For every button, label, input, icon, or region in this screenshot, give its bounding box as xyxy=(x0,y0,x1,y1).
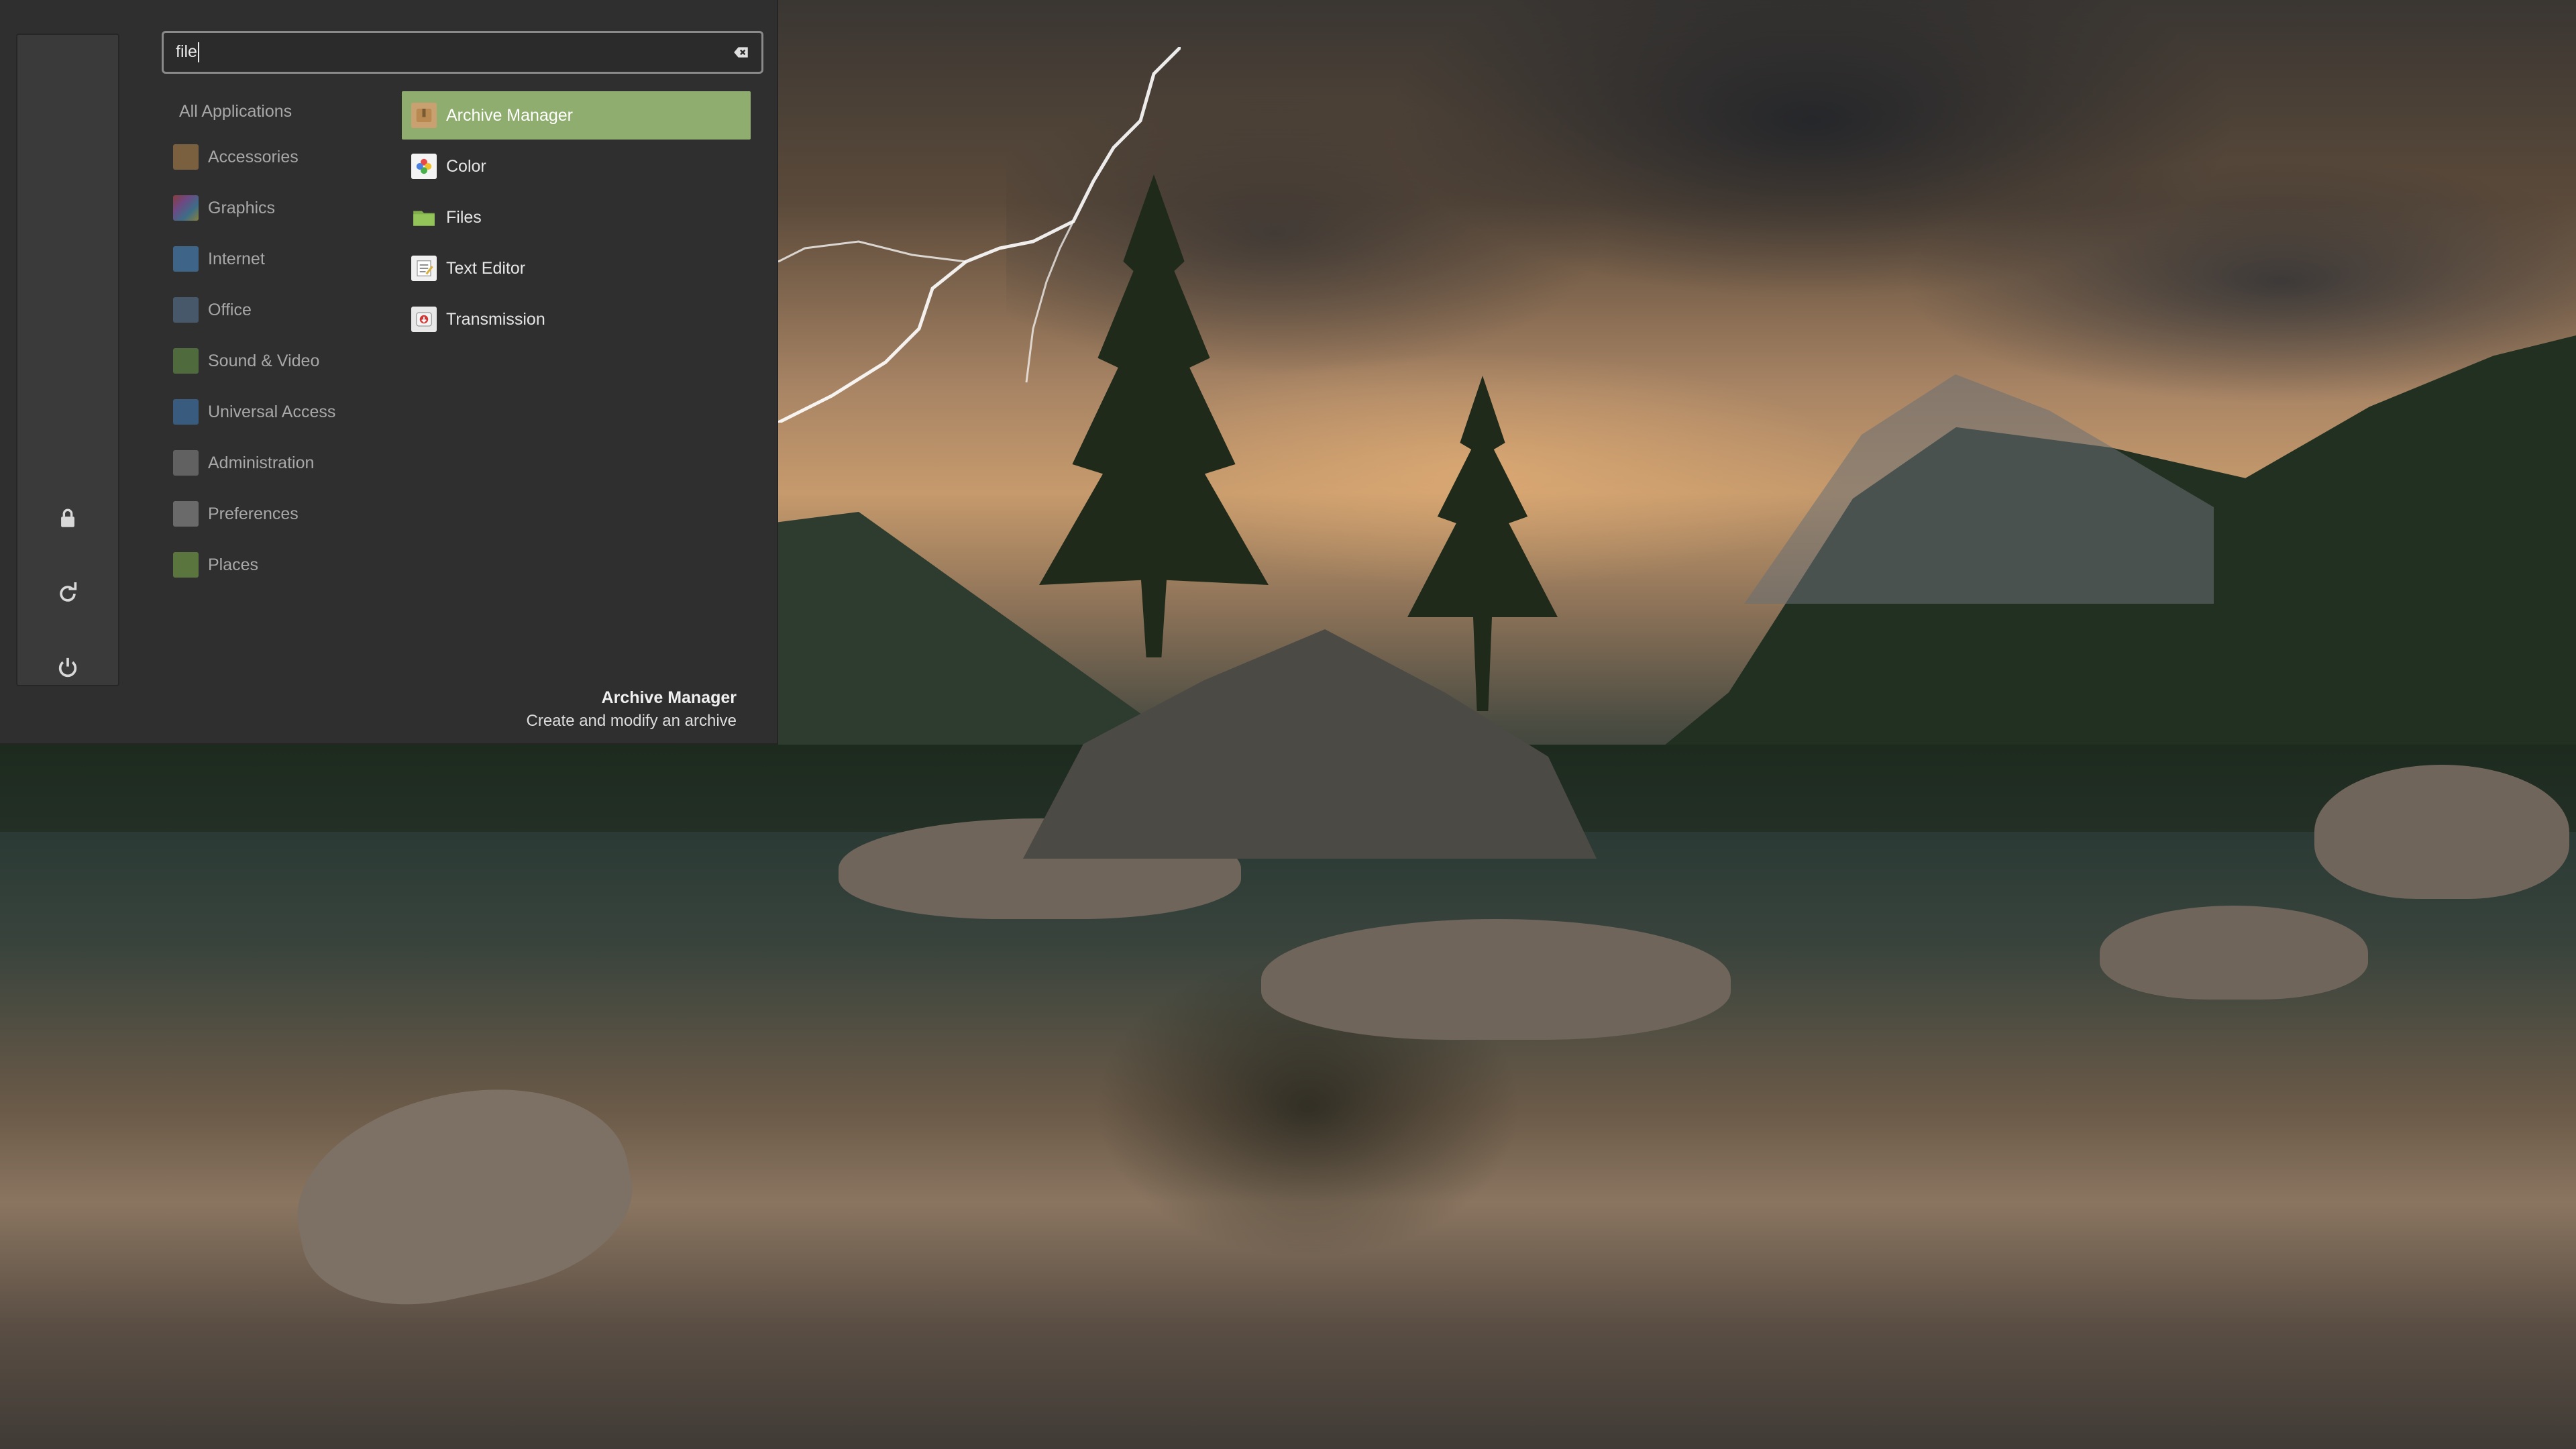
application-menu: file All Applications Accessories Graphi… xyxy=(0,0,778,745)
shutdown-button[interactable] xyxy=(17,637,118,698)
archive-icon xyxy=(411,103,437,128)
app-archive-manager[interactable]: Archive Manager xyxy=(402,91,751,140)
category-label: Preferences xyxy=(208,504,299,523)
wallpaper-rock xyxy=(2314,765,2569,899)
app-description: Archive Manager Create and modify an arc… xyxy=(527,688,737,731)
category-label: Administration xyxy=(208,453,315,472)
wallpaper-rock xyxy=(2100,906,2368,1000)
app-label: Color xyxy=(446,156,486,176)
backspace-icon xyxy=(734,47,748,58)
category-label: Accessories xyxy=(208,147,299,166)
category-sound-video[interactable]: Sound & Video xyxy=(168,335,389,386)
description-title: Archive Manager xyxy=(601,688,737,707)
office-icon xyxy=(173,297,199,323)
category-list: All Applications Accessories Graphics In… xyxy=(168,91,389,590)
category-label: All Applications xyxy=(179,101,292,121)
app-color[interactable]: Color xyxy=(402,142,751,191)
transmission-icon xyxy=(411,307,437,332)
app-label: Files xyxy=(446,207,482,227)
category-internet[interactable]: Internet xyxy=(168,233,389,284)
clear-search-button[interactable] xyxy=(731,42,752,63)
category-accessories[interactable]: Accessories xyxy=(168,131,389,182)
description-subtitle: Create and modify an archive xyxy=(526,712,737,730)
power-icon xyxy=(58,657,77,678)
wallpaper-lightning xyxy=(778,47,1181,423)
app-text-editor[interactable]: Text Editor xyxy=(402,244,751,292)
app-label: Text Editor xyxy=(446,258,526,278)
category-office[interactable]: Office xyxy=(168,284,389,335)
logout-button[interactable] xyxy=(17,564,118,624)
search-input[interactable]: file xyxy=(162,31,763,74)
sound-video-icon xyxy=(173,348,199,374)
application-list: Archive Manager Color Files Text Editor … xyxy=(402,91,751,346)
category-label: Internet xyxy=(208,249,265,268)
category-all-applications[interactable]: All Applications xyxy=(168,91,389,131)
lock-screen-button[interactable] xyxy=(17,488,118,549)
folder-icon xyxy=(411,205,437,230)
wallpaper-rock xyxy=(1261,919,1731,1040)
category-graphics[interactable]: Graphics xyxy=(168,182,389,233)
app-label: Archive Manager xyxy=(446,105,573,125)
text-cursor xyxy=(197,42,199,63)
category-label: Places xyxy=(208,555,259,574)
folder-icon xyxy=(173,552,199,578)
app-transmission[interactable]: Transmission xyxy=(402,295,751,343)
category-label: Office xyxy=(208,300,252,319)
app-label: Transmission xyxy=(446,309,545,329)
internet-icon xyxy=(173,246,199,272)
universal-access-icon xyxy=(173,399,199,425)
administration-icon xyxy=(173,450,199,476)
category-preferences[interactable]: Preferences xyxy=(168,488,389,539)
category-universal-access[interactable]: Universal Access xyxy=(168,386,389,437)
text-editor-icon xyxy=(411,256,437,281)
logout-icon xyxy=(60,582,77,602)
category-label: Graphics xyxy=(208,198,276,217)
graphics-icon xyxy=(173,195,199,221)
lock-icon xyxy=(61,508,74,527)
category-administration[interactable]: Administration xyxy=(168,437,389,488)
search-text: file xyxy=(176,42,199,63)
favorites-sidebar xyxy=(16,34,119,686)
color-icon xyxy=(411,154,437,179)
app-files[interactable]: Files xyxy=(402,193,751,241)
preferences-icon xyxy=(173,501,199,527)
accessories-icon xyxy=(173,144,199,170)
category-label: Universal Access xyxy=(208,402,336,421)
category-places[interactable]: Places xyxy=(168,539,389,590)
category-label: Sound & Video xyxy=(208,351,320,370)
